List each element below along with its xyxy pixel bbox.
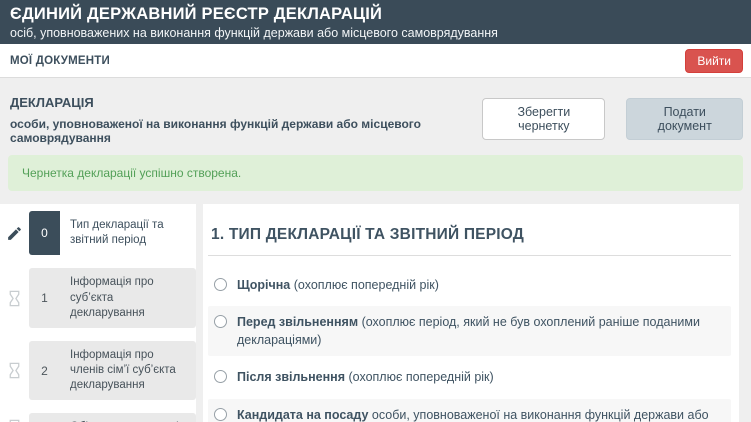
option-label: Перед звільненням <box>237 315 358 329</box>
radio-after-dismissal[interactable] <box>214 370 227 383</box>
option-text: Кандидата на посаду особи, уповноваженої… <box>237 406 719 422</box>
hourglass-icon <box>0 268 29 328</box>
declaration-subtitle: особи, уповноваженої на виконання функці… <box>10 117 482 145</box>
step-number: 3 <box>29 413 60 422</box>
sidebar-item-step-3[interactable]: 3 Об’єкти нерухомості <box>0 413 196 422</box>
save-draft-button[interactable]: Зберегти чернетку <box>482 98 605 140</box>
sidebar-item-step-1[interactable]: 1 Інформація про суб’єкта декларування <box>0 268 196 328</box>
sidebar-item-step-2[interactable]: 2 Інформація про членів сім’ї суб’єкта д… <box>0 341 196 401</box>
success-alert-message: Чернетка декларації успішно створена. <box>22 166 241 180</box>
declaration-title: ДЕКЛАРАЦІЯ <box>10 95 482 110</box>
option-row-annual[interactable]: Щорічна (охоплює попередній рік) <box>208 269 731 301</box>
option-text: Після звільнення (охоплює попередній рік… <box>237 368 494 386</box>
section-heading: 1. ТИП ДЕКЛАРАЦІЇ ТА ЗВІТНИЙ ПЕРІОД <box>208 218 731 256</box>
radio-annual[interactable] <box>214 278 227 291</box>
declaration-titles: ДЕКЛАРАЦІЯ особи, уповноваженої на викон… <box>10 95 482 145</box>
option-label: Після звільнення <box>237 370 345 384</box>
step-label: Інформація про членів сім’ї суб’єкта дек… <box>60 341 196 401</box>
steps-sidebar: 0 Тип декларації та звітний період 1 Інф… <box>0 204 196 422</box>
app-title: ЄДИНИЙ ДЕРЖАВНИЙ РЕЄСТР ДЕКЛАРАЦІЙ <box>10 5 741 25</box>
option-row-candidate[interactable]: Кандидата на посаду особи, уповноваженої… <box>208 399 731 422</box>
success-alert: Чернетка декларації успішно створена. <box>8 155 743 191</box>
option-description: (охоплює попередній рік) <box>294 278 439 292</box>
step-label: Інформація про суб’єкта декларування <box>60 268 196 328</box>
declaration-actions: Зберегти чернетку Подати документ <box>482 95 743 140</box>
hourglass-icon <box>0 413 29 422</box>
step-number: 1 <box>29 268 60 328</box>
menu-bar: МОЇ ДОКУМЕНТИ Вийти <box>0 44 751 78</box>
sidebar-item-step-0[interactable]: 0 Тип декларації та звітний період <box>0 211 196 255</box>
option-text: Перед звільненням (охоплює період, який … <box>237 313 719 349</box>
step-number: 0 <box>29 211 60 255</box>
pencil-icon <box>0 211 29 255</box>
main-panel: 1. ТИП ДЕКЛАРАЦІЇ ТА ЗВІТНИЙ ПЕРІОД Щорі… <box>203 204 739 422</box>
radio-before-dismissal[interactable] <box>214 315 227 328</box>
step-label: Об’єкти нерухомості <box>60 413 196 422</box>
option-label: Щорічна <box>237 278 290 292</box>
option-text: Щорічна (охоплює попередній рік) <box>237 276 439 294</box>
content: 0 Тип декларації та звітний період 1 Інф… <box>0 204 751 422</box>
app-subtitle: осіб, уповноважених на виконання функцій… <box>10 26 741 40</box>
step-label: Тип декларації та звітний період <box>60 211 196 255</box>
declaration-header: ДЕКЛАРАЦІЯ особи, уповноваженої на викон… <box>0 78 751 155</box>
option-row-after-dismissal[interactable]: Після звільнення (охоплює попередній рік… <box>208 361 731 393</box>
option-description: (охоплює попередній рік) <box>349 370 494 384</box>
option-row-before-dismissal[interactable]: Перед звільненням (охоплює період, який … <box>208 306 731 356</box>
app-header: ЄДИНИЙ ДЕРЖАВНИЙ РЕЄСТР ДЕКЛАРАЦІЙ осіб,… <box>0 0 751 44</box>
submit-document-button[interactable]: Подати документ <box>626 98 743 140</box>
hourglass-icon <box>0 341 29 401</box>
logout-button[interactable]: Вийти <box>685 49 743 73</box>
step-number: 2 <box>29 341 60 401</box>
menu-item-my-documents[interactable]: МОЇ ДОКУМЕНТИ <box>10 55 110 67</box>
option-label: Кандидата на посаду <box>237 408 368 422</box>
radio-candidate[interactable] <box>214 408 227 421</box>
